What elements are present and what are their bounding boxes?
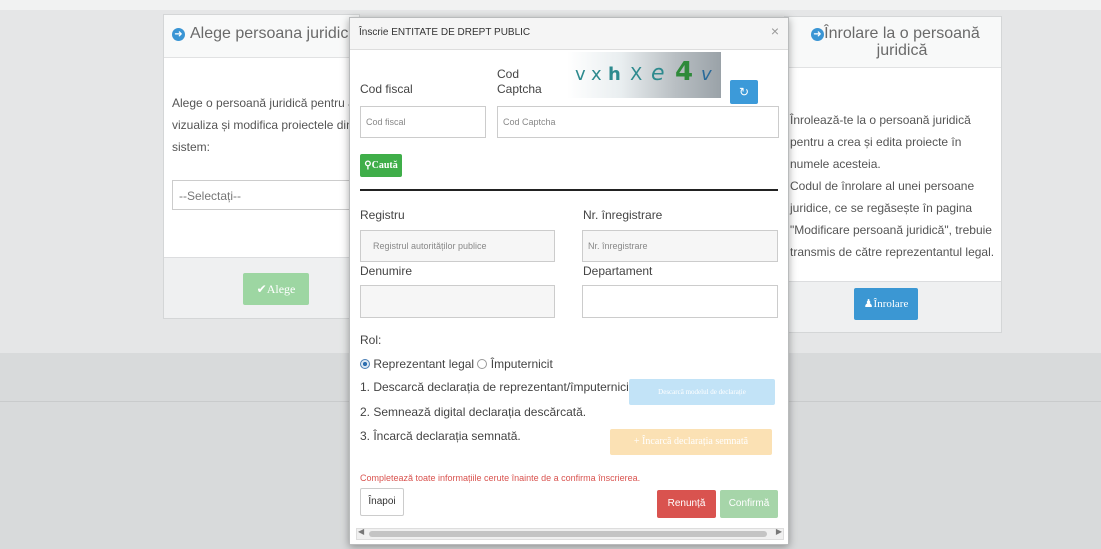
arrow-circle-icon: ➜ [172,28,185,41]
enroll-description: Înrolează-te la o persoană juridică pent… [790,109,1000,263]
radio-imputernicit[interactable] [477,359,488,369]
close-icon[interactable]: × [771,23,779,39]
enroll-description-2: Codul de înrolare al unei persoane jurid… [790,179,995,259]
departament-input[interactable] [582,285,778,318]
arrow-circle-icon: ➜ [811,28,824,41]
denumire-label: Denumire [360,264,413,278]
enroll-card-header: ➜ Înrolare la o persoană juridică [785,17,1001,68]
refresh-icon: ↻ [738,85,750,99]
captcha-input[interactable]: Cod Captcha [497,106,779,138]
horizontal-scrollbar[interactable]: ◀ ▶ [356,527,784,540]
top-band [0,0,1101,10]
captcha-label: Cod Captcha [497,67,542,96]
entity-select[interactable]: --Selectați-- [172,180,362,210]
registru-label: Registru [360,208,405,222]
captcha-char: v [575,64,586,85]
choose-entity-card-header: ➜ Alege persoana juridică [164,15,359,58]
step-3-text: 3. Încarcă declarația semnată. [360,429,521,443]
captcha-char: x [591,64,602,85]
scroll-right-arrow-icon[interactable]: ▶ [776,527,782,536]
upload-declaration-button[interactable]: + Încarcă declarația semnată [610,429,772,455]
modal-title: Înscrie ENTITATE DE DREPT PUBLIC [359,27,531,38]
step-2-text: 2. Semnează digital declarația descărcat… [360,405,587,419]
choose-entity-card: ➜ Alege persoana juridică Alege o persoan… [163,14,362,319]
choose-entity-description: Alege o persoană juridică pentru a vizua… [172,96,355,154]
radio-reprezentant-legal[interactable] [360,359,370,369]
cancel-button[interactable]: Renunță [657,490,716,518]
checkmark-icon: ✔ [256,282,267,296]
cod-fiscal-input[interactable]: Cod fiscal [360,106,486,138]
enroll-title: ➜ Înrolare la o persoană juridică [807,25,997,59]
scrollbar-thumb[interactable] [369,531,767,537]
denumire-field [360,285,555,318]
modal-header: Înscrie ENTITATE DE DREPT PUBLIC × [350,18,788,50]
captcha-char: e [651,61,665,86]
user-icon: ♟ [863,298,874,310]
choose-entity-title: ➜ Alege persoana juridică [172,25,357,43]
register-entity-modal: Înscrie ENTITATE DE DREPT PUBLIC × Cod f… [349,17,789,545]
confirm-button[interactable]: Confirmă [720,490,778,518]
step-1-text: 1. Descarcă declarația de reprezentant/î… [360,380,633,394]
radio-label: Împuternicit [490,357,553,371]
search-icon: ⚲ [364,160,372,171]
cod-fiscal-label: Cod fiscal [360,82,413,96]
nr-inregistrare-label: Nr. înregistrare [583,208,663,222]
enroll-card: ➜ Înrolare la o persoană juridică Înrolea… [784,16,1002,333]
radio-label: Reprezentant legal [373,357,475,371]
choose-button[interactable]: ✔Alege [243,273,309,305]
captcha-image: v x h X e 4 v [567,52,721,98]
plus-icon: + [633,436,643,447]
registru-field: Registrul autorităților publice [360,230,555,262]
captcha-char: h [608,64,621,85]
enroll-button[interactable]: ♟Înrolare [854,288,918,320]
rol-label: Rol: [360,333,382,347]
refresh-captcha-button[interactable]: ↻ [730,80,758,104]
rol-options: Reprezentant legal Împuternicit [360,357,553,371]
captcha-char: 4 [675,57,694,87]
validation-message: Completează toate informațiile cerute în… [360,473,641,483]
nr-inregistrare-input[interactable]: Nr. înregistrare [582,230,778,262]
departament-label: Departament [583,264,653,278]
captcha-char: X [630,64,643,85]
divider [360,189,778,191]
search-button[interactable]: ⚲Caută [360,154,402,177]
enroll-description-1: Înrolează-te la o persoană juridică pent… [790,113,971,171]
scroll-left-arrow-icon[interactable]: ◀ [358,527,364,536]
back-button[interactable]: Înapoi [360,488,404,516]
captcha-char: v [701,64,712,85]
download-declaration-button[interactable]: Descarcă modelul de declarație [629,379,775,405]
